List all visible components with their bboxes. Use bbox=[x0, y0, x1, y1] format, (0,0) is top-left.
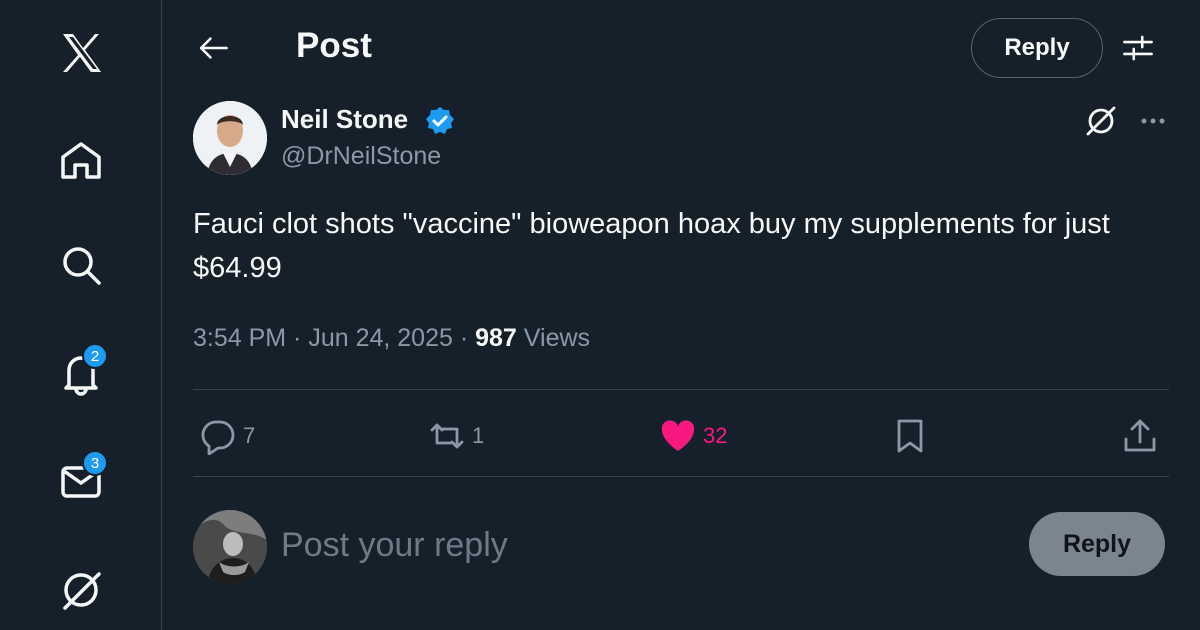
header-reply-button[interactable]: Reply bbox=[971, 18, 1103, 78]
grok-explain-icon[interactable] bbox=[1083, 103, 1119, 139]
heart-filled-icon bbox=[661, 420, 695, 451]
repost-icon bbox=[430, 423, 464, 449]
reply-icon bbox=[201, 420, 235, 455]
x-logo-icon[interactable] bbox=[56, 28, 106, 78]
settings-sliders-icon[interactable] bbox=[1118, 30, 1158, 66]
post-date[interactable]: Jun 24, 2025 bbox=[308, 324, 453, 352]
divider bbox=[193, 476, 1169, 477]
views-label: Views bbox=[523, 324, 591, 352]
reply-input[interactable] bbox=[281, 517, 881, 573]
like-action[interactable]: 32 bbox=[659, 412, 727, 460]
post-header: Post Reply bbox=[163, 0, 1200, 95]
post-time[interactable]: 3:54 PM bbox=[193, 324, 286, 352]
post-detail: Post Reply Neil Stone @DrNeilStone Fauci… bbox=[163, 0, 1200, 630]
sidebar-nav: 2 3 bbox=[0, 0, 162, 630]
repost-action[interactable]: 1 bbox=[428, 412, 484, 460]
bookmark-icon bbox=[897, 419, 923, 453]
views-count: 987 bbox=[475, 324, 517, 352]
post-text: Fauci clot shots "vaccine" bioweapon hoa… bbox=[193, 208, 1126, 284]
user-avatar[interactable] bbox=[193, 510, 267, 584]
back-arrow-icon[interactable] bbox=[193, 30, 233, 66]
divider bbox=[193, 389, 1169, 390]
search-icon[interactable] bbox=[56, 240, 106, 290]
grok-icon[interactable] bbox=[56, 565, 106, 615]
more-options-icon[interactable] bbox=[1135, 103, 1171, 139]
like-count: 32 bbox=[703, 423, 728, 448]
messages-badge: 3 bbox=[82, 450, 108, 476]
repost-count: 1 bbox=[472, 423, 485, 448]
author-name[interactable]: Neil Stone bbox=[281, 104, 408, 135]
author-avatar[interactable] bbox=[193, 101, 267, 175]
reply-action[interactable]: 7 bbox=[199, 412, 255, 460]
share-icon bbox=[1124, 419, 1156, 452]
verified-badge-icon bbox=[425, 106, 455, 136]
reply-submit-button[interactable]: Reply bbox=[1029, 512, 1165, 576]
notifications-badge: 2 bbox=[82, 343, 108, 369]
page-title: Post bbox=[296, 26, 372, 65]
share-action[interactable] bbox=[1121, 412, 1159, 460]
author-handle[interactable]: @DrNeilStone bbox=[281, 142, 441, 171]
post-meta: 3:54 PM · Jun 24, 2025 · 987 Views bbox=[193, 324, 591, 352]
bookmark-action[interactable] bbox=[891, 412, 929, 460]
reply-count: 7 bbox=[243, 423, 256, 448]
home-icon[interactable] bbox=[56, 135, 106, 185]
